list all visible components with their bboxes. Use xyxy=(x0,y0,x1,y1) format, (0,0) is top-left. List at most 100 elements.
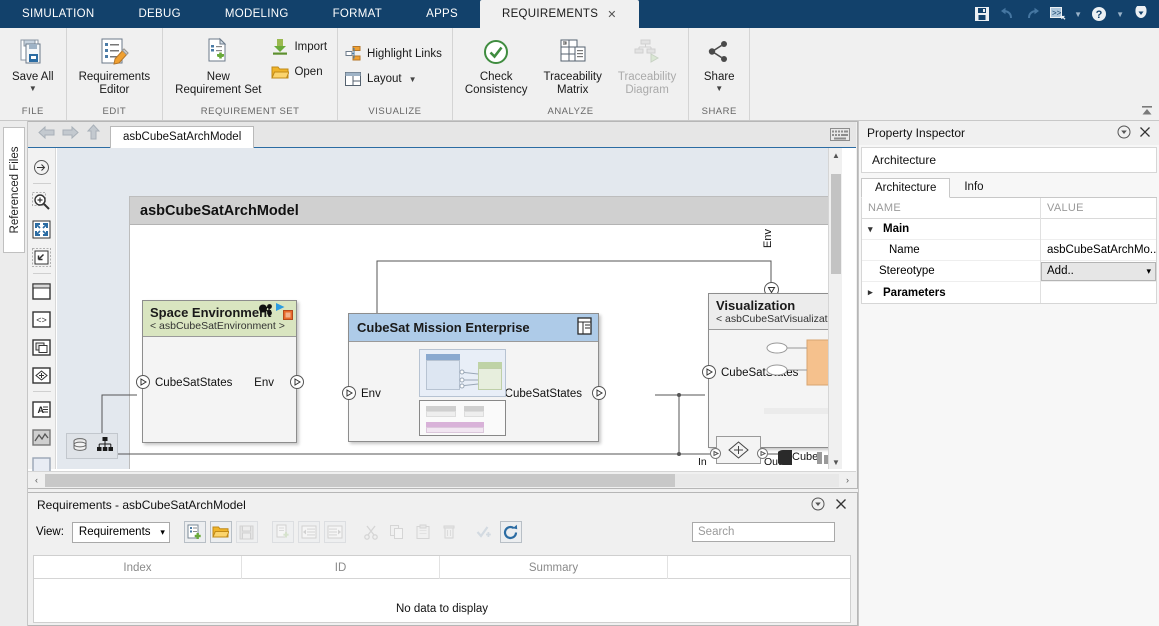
undo-icon[interactable] xyxy=(997,4,1017,24)
property-row-name-value[interactable]: asbCubeSatArchMo... xyxy=(1040,239,1156,261)
reference-component-icon[interactable]: <> xyxy=(28,306,54,332)
horizontal-scroll-thumb[interactable] xyxy=(45,473,675,487)
search-dropdown-icon[interactable] xyxy=(1131,4,1151,24)
tab-format[interactable]: FORMAT xyxy=(311,0,405,28)
canvas-vertical-scrollbar[interactable]: ▲ ▼ xyxy=(828,148,842,469)
new-requirement-set-button[interactable] xyxy=(183,521,206,543)
redo-icon[interactable] xyxy=(1022,4,1042,24)
scroll-right-icon[interactable]: › xyxy=(839,472,856,488)
view-select[interactable]: Requirements ▾ xyxy=(71,521,170,543)
up-arrow-icon[interactable] xyxy=(86,124,101,143)
property-inspector-subject-label: Architecture xyxy=(872,153,937,167)
data-layers-icon[interactable] xyxy=(72,437,88,456)
layout-button[interactable]: Layout ▼ xyxy=(342,68,448,90)
save-icon[interactable] xyxy=(972,4,992,24)
mission-outport-icon[interactable] xyxy=(592,386,606,400)
collapse-panel-icon[interactable] xyxy=(811,497,825,514)
close-icon[interactable] xyxy=(835,498,847,513)
share-button[interactable]: Share ▼ xyxy=(693,33,745,93)
chevron-down-icon[interactable]: ▾ xyxy=(1146,266,1151,277)
space-environment-outport-icon[interactable] xyxy=(290,375,304,389)
collapse-panel-icon[interactable] xyxy=(1117,125,1131,142)
traceability-matrix-button[interactable]: Traceability Matrix xyxy=(535,33,609,97)
help-icon[interactable]: ? xyxy=(1089,4,1109,24)
property-row-stereotype-label: Stereotype xyxy=(879,265,935,277)
space-environment-stereotype: < asbCubeSatEnvironment > xyxy=(150,320,285,332)
requirements-editor-button[interactable]: Requirements Editor xyxy=(71,33,159,97)
adapter-block[interactable] xyxy=(716,436,761,464)
column-id[interactable]: ID xyxy=(242,556,440,579)
help-dropdown-caret-icon[interactable]: ▼ xyxy=(1114,10,1126,19)
chevron-down-icon[interactable]: ▾ xyxy=(868,224,878,235)
scroll-down-icon[interactable]: ▼ xyxy=(829,455,842,469)
back-arrow-icon[interactable] xyxy=(38,125,55,143)
share-label: Share xyxy=(703,71,735,83)
variant-component-icon[interactable] xyxy=(28,334,54,360)
save-all-button[interactable]: Save All ▼ xyxy=(4,33,62,93)
close-tab-icon[interactable]: ✕ xyxy=(607,8,617,21)
stereotype-dropdown[interactable]: Add.. ▾ xyxy=(1041,261,1156,281)
model-canvas[interactable]: asbCubeSatArchModel Space Environment < … xyxy=(57,148,842,469)
tab-architecture[interactable]: Architecture xyxy=(861,178,951,198)
search-input[interactable]: Search xyxy=(692,522,835,542)
simulink-subsystem-icon[interactable] xyxy=(28,424,54,450)
highlight-links-button[interactable]: Highlight Links xyxy=(342,43,448,65)
forward-arrow-icon[interactable] xyxy=(62,125,79,143)
property-group-parameters[interactable]: ▸ Parameters xyxy=(862,282,1156,303)
save-all-caret-icon[interactable]: ▼ xyxy=(29,84,37,93)
tab-simulation[interactable]: SIMULATION xyxy=(0,0,116,28)
property-row-name[interactable]: Name asbCubeSatArchMo... xyxy=(862,239,1156,261)
highlight-links-label: Highlight Links xyxy=(367,48,442,60)
referenced-files-tab[interactable]: Referenced Files xyxy=(3,127,25,253)
refresh-button[interactable] xyxy=(499,521,522,543)
tab-modeling[interactable]: MODELING xyxy=(203,0,311,28)
zoom-in-icon[interactable] xyxy=(28,188,54,214)
keyboard-icon[interactable] xyxy=(830,128,850,144)
scroll-left-icon[interactable]: ‹ xyxy=(28,472,45,488)
adapter-icon[interactable] xyxy=(28,362,54,388)
block-cubesat-mission-enterprise[interactable]: CubeSat Mission Enterprise Env CubeSatSt… xyxy=(342,313,606,442)
fit-to-view-icon[interactable] xyxy=(28,216,54,242)
component-icon[interactable] xyxy=(28,278,54,304)
open-button[interactable]: Open xyxy=(269,61,333,83)
visualization-body: CubeSatStates xyxy=(702,330,842,436)
column-index[interactable]: Index xyxy=(34,556,242,579)
block-space-environment[interactable]: Space Environment < asbCubeSatEnvironmen… xyxy=(136,300,304,443)
scroll-up-icon[interactable]: ▲ xyxy=(829,148,842,162)
chevron-down-icon[interactable]: ▾ xyxy=(160,527,165,538)
canvas-horizontal-scrollbar[interactable]: ‹ › xyxy=(28,471,856,488)
run-to-cursor-icon[interactable]: >> xyxy=(1047,4,1067,24)
layout-caret-icon[interactable]: ▼ xyxy=(409,75,417,84)
adapter-outport-icon[interactable] xyxy=(757,448,768,462)
zoom-to-selection-icon[interactable] xyxy=(28,244,54,270)
vertical-scroll-thumb[interactable] xyxy=(831,174,841,274)
new-requirement-set-label: New Requirement Set xyxy=(175,71,262,96)
column-summary[interactable]: Summary xyxy=(440,556,668,579)
property-row-stereotype[interactable]: Stereotype Add.. ▾ xyxy=(862,260,1156,282)
run-dropdown-caret-icon[interactable]: ▼ xyxy=(1072,10,1084,19)
open-requirement-set-button[interactable] xyxy=(209,521,232,543)
model-tab[interactable]: asbCubeSatArchModel xyxy=(110,126,255,148)
mission-enterprise-header: CubeSat Mission Enterprise xyxy=(349,314,598,342)
tab-debug[interactable]: DEBUG xyxy=(116,0,202,28)
new-requirement-set-button[interactable]: New Requirement Set xyxy=(167,33,269,97)
import-button[interactable]: Import xyxy=(269,36,333,58)
share-caret-icon[interactable]: ▼ xyxy=(715,84,723,93)
horizontal-scroll-track[interactable] xyxy=(45,473,839,487)
tab-apps[interactable]: APPS xyxy=(404,0,480,28)
adapter-inport-icon[interactable] xyxy=(710,448,721,462)
collapse-ribbon-icon[interactable] xyxy=(1139,104,1155,118)
annotation-icon[interactable]: A xyxy=(28,396,54,422)
block-visualization[interactable]: Visualization < asbCubeSatVisualization … xyxy=(702,293,842,448)
check-consistency-button[interactable]: Check Consistency xyxy=(457,33,536,97)
column-extra[interactable] xyxy=(668,556,850,579)
close-icon[interactable] xyxy=(1139,126,1151,141)
property-group-main[interactable]: ▾ Main xyxy=(862,218,1156,240)
hierarchy-icon[interactable] xyxy=(96,437,113,455)
tab-info[interactable]: Info xyxy=(950,177,997,197)
mission-inport-icon[interactable] xyxy=(342,386,356,400)
tab-requirements[interactable]: REQUIREMENTS ✕ xyxy=(479,0,639,28)
navigate-icon[interactable] xyxy=(28,154,54,180)
space-environment-inport-icon[interactable] xyxy=(136,375,150,389)
chevron-right-icon[interactable]: ▸ xyxy=(868,287,878,298)
